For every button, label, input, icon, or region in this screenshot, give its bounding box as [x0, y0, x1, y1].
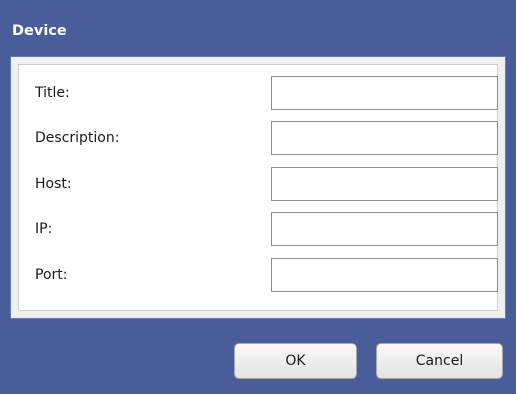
dialog-titlebar: Device — [0, 0, 516, 56]
ip-label: IP: — [35, 221, 53, 237]
description-label: Description: — [35, 130, 120, 146]
form-row-title: Title: — [19, 74, 499, 112]
cancel-button[interactable]: Cancel — [376, 343, 503, 379]
form-row-ip: IP: — [19, 210, 499, 248]
host-input[interactable] — [271, 167, 498, 201]
form-row-description: Description: — [19, 119, 499, 157]
form-body: Title: Description: Host: IP: Port: — [18, 64, 498, 311]
port-label: Port: — [35, 267, 68, 283]
port-input[interactable] — [271, 258, 498, 292]
dialog-title: Device — [12, 23, 67, 39]
host-label: Host: — [35, 176, 72, 192]
dialog-footer: OK Cancel — [0, 320, 516, 394]
title-input[interactable] — [271, 76, 498, 110]
form-row-host: Host: — [19, 165, 499, 203]
form-panel: Title: Description: Host: IP: Port: — [10, 56, 506, 319]
ip-input[interactable] — [271, 212, 498, 246]
title-label: Title: — [35, 85, 70, 101]
description-input[interactable] — [271, 121, 498, 155]
device-dialog: Device Title: Description: Host: IP: Por… — [0, 0, 516, 394]
ok-button[interactable]: OK — [234, 343, 357, 379]
form-row-port: Port: — [19, 256, 499, 294]
